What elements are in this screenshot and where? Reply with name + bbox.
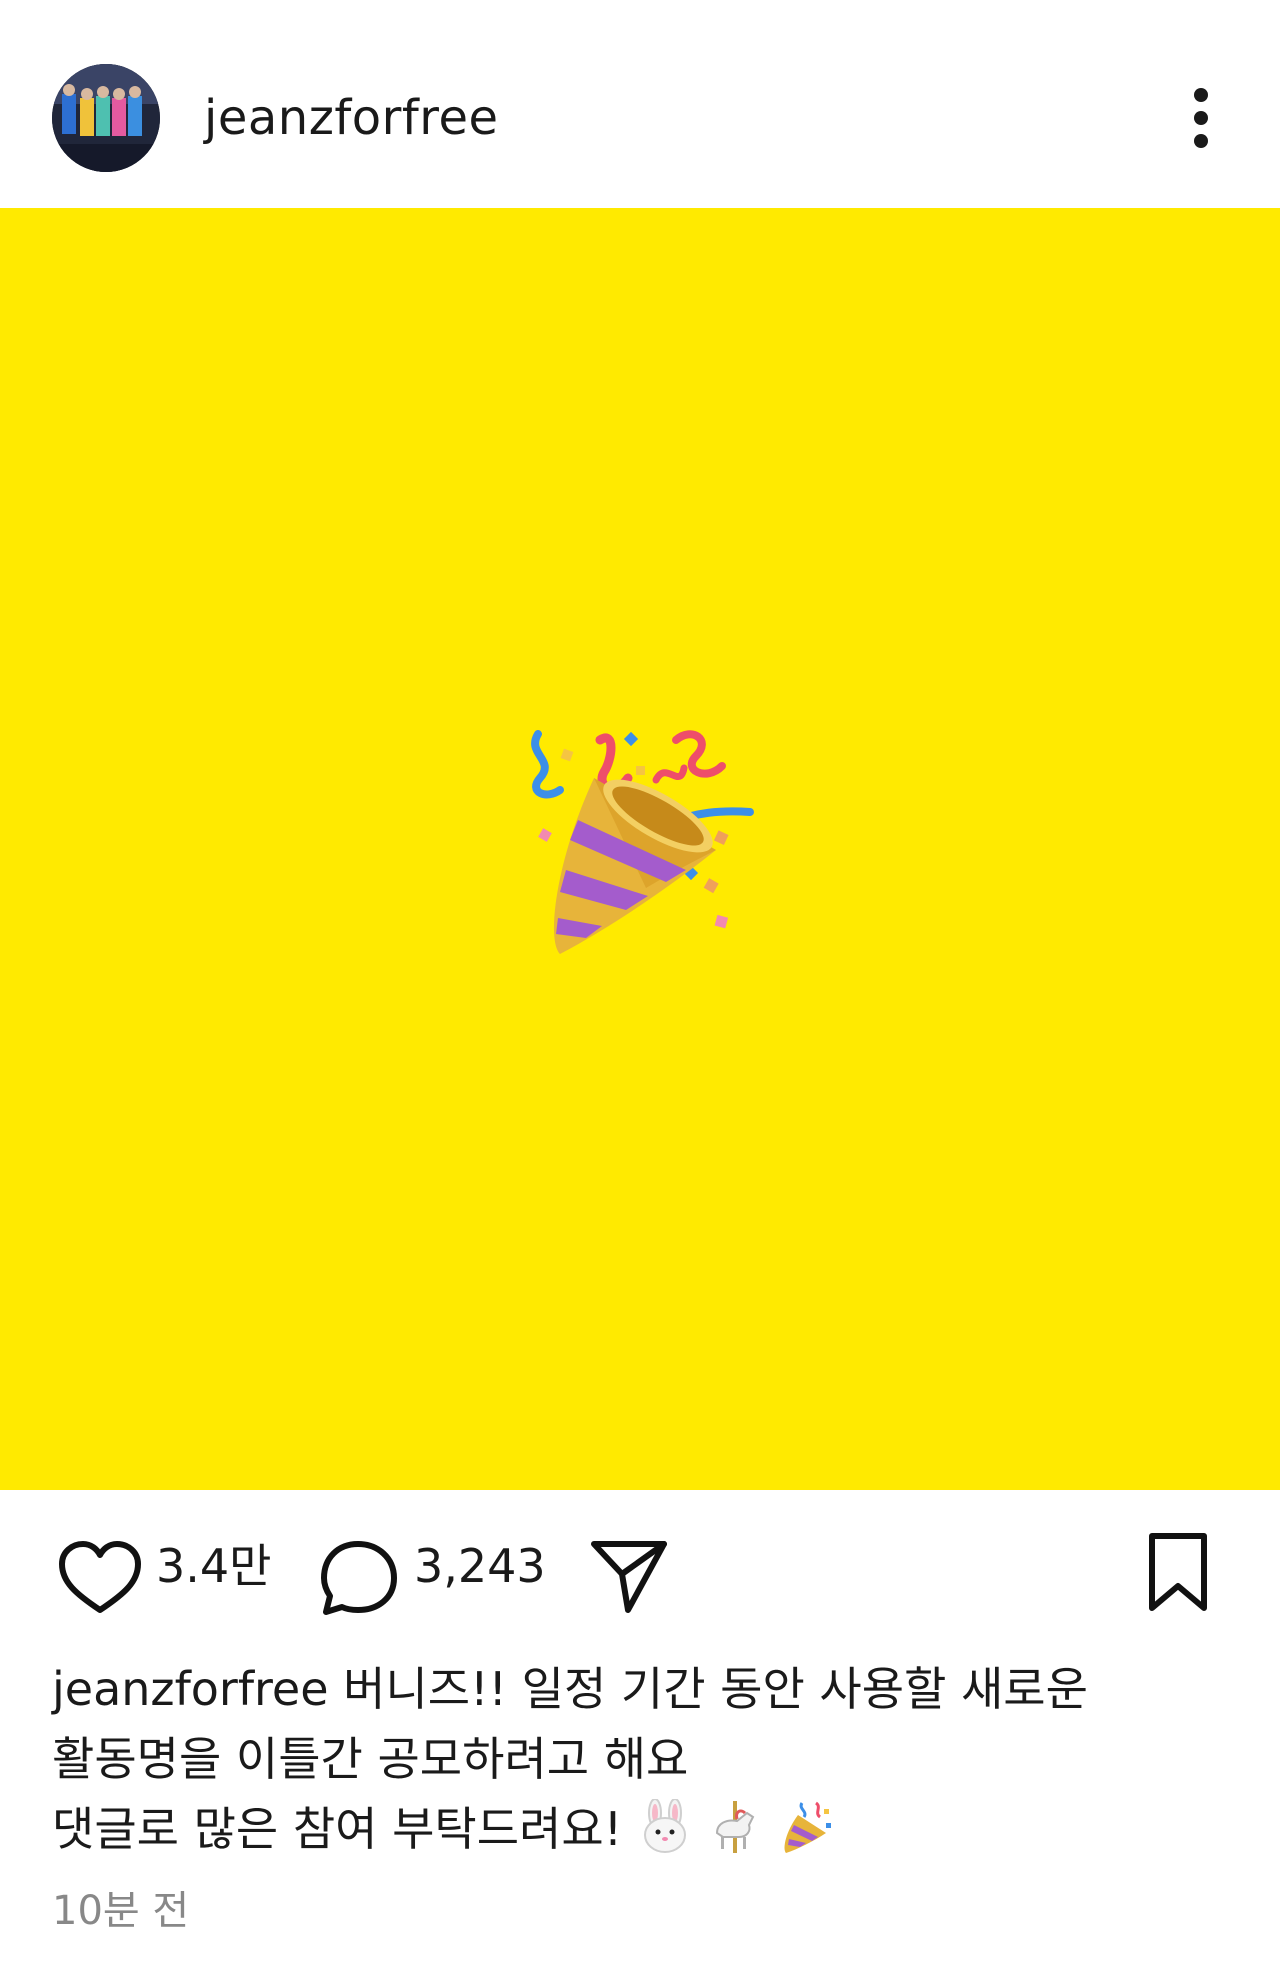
comment-bubble-icon[interactable] — [318, 1538, 400, 1618]
avatar-image — [52, 64, 160, 172]
post-username[interactable]: jeanzforfree — [204, 88, 499, 148]
party-popper-icon — [531, 730, 754, 954]
party-popper-icon — [784, 1801, 832, 1853]
more-vertical-icon-dot — [1194, 134, 1208, 148]
caption-line-2: 활동명을 이틀간 공모하려고 해요 — [52, 1732, 689, 1786]
send-icon[interactable] — [588, 1534, 670, 1616]
heart-icon[interactable] — [56, 1538, 144, 1616]
more-options-button[interactable] — [1180, 82, 1224, 154]
carousel-horse-icon — [716, 1801, 755, 1853]
post-caption: jeanzforfree 버니즈!! 일정 기간 동안 사용할 새로운 활동명을… — [52, 1654, 1232, 1874]
caption-username[interactable]: jeanzforfree — [52, 1662, 329, 1716]
more-vertical-icon — [1194, 88, 1208, 102]
caption-line-1: 버니즈!! 일정 기간 동안 사용할 새로운 — [343, 1662, 1088, 1716]
comment-count[interactable]: 3,243 — [414, 1538, 546, 1594]
post-image[interactable] — [0, 208, 1280, 1490]
post-timestamp: 10분 전 — [52, 1888, 190, 1934]
caption-emojis — [637, 1798, 834, 1874]
bookmark-icon[interactable] — [1144, 1530, 1212, 1614]
rabbit-face-icon — [643, 1798, 686, 1853]
post-header: jeanzforfree — [0, 0, 1280, 208]
avatar[interactable] — [52, 64, 160, 172]
like-count[interactable]: 3.4만 — [156, 1538, 271, 1594]
more-vertical-icon-dot — [1194, 111, 1208, 125]
caption-line-3: 댓글로 많은 참여 부탁드려요! — [52, 1802, 623, 1856]
